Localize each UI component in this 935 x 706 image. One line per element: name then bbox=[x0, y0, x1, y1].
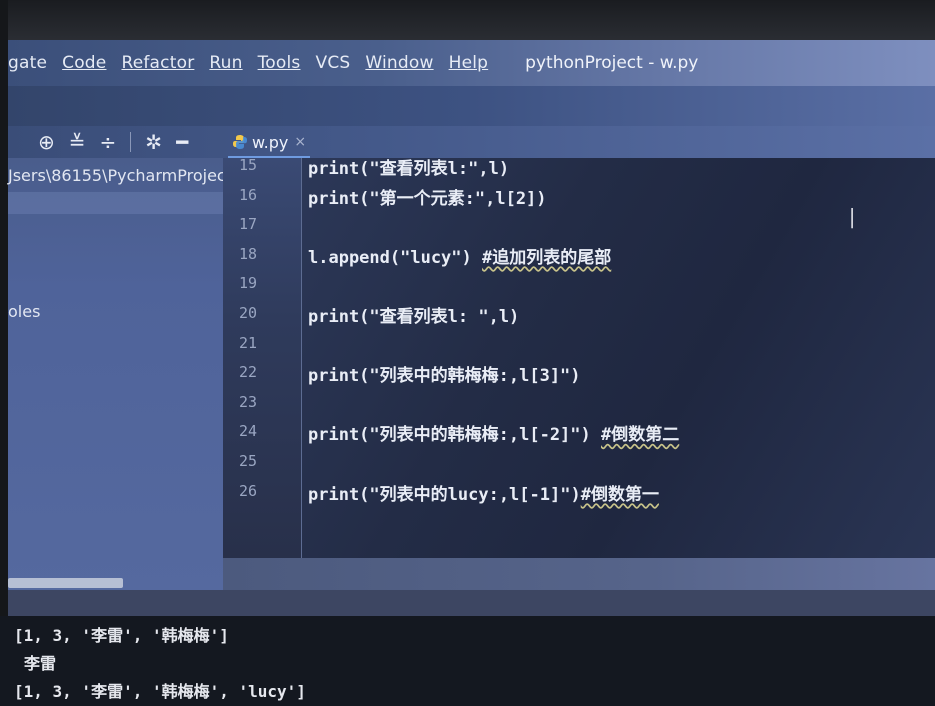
line-number: 24 bbox=[238, 422, 257, 441]
close-icon[interactable]: × bbox=[294, 134, 306, 150]
menu-help-label: Help bbox=[448, 53, 489, 73]
menu-tools[interactable]: Tools bbox=[258, 53, 301, 73]
menu-navigate[interactable]: gate bbox=[8, 53, 47, 73]
code-line[interactable]: print("列表中的lucy:,l[-1]")#倒数第一 bbox=[308, 480, 659, 505]
code-text: print("查看列表l:",l) bbox=[308, 159, 510, 179]
menu-window[interactable]: Window bbox=[365, 53, 433, 73]
line-number: 23 bbox=[238, 392, 257, 411]
code-text: print("第一个元素:",l[2]) bbox=[308, 188, 547, 209]
project-root-path[interactable]: Jsers\86155\PycharmProjec bbox=[8, 166, 226, 185]
menu-window-label: Window bbox=[365, 53, 434, 73]
screen-bezel-left bbox=[0, 0, 8, 706]
window-title: pythonProject - w.py bbox=[525, 53, 699, 73]
text-cursor-icon: I bbox=[848, 202, 857, 235]
line-number: 26 bbox=[238, 481, 257, 500]
code-text: print("列表中的韩梅梅:,l[-2]") bbox=[308, 425, 601, 446]
code-text: l.append("lucy") bbox=[308, 247, 482, 268]
code-comment: #倒数第二 bbox=[601, 425, 680, 446]
code-line[interactable]: print("查看列表l: ",l) bbox=[308, 302, 519, 327]
line-number: 21 bbox=[238, 333, 257, 352]
code-comment: #追加列表的尾部 bbox=[482, 247, 612, 268]
menu-refactor[interactable]: Refactor bbox=[121, 53, 194, 73]
line-number: 22 bbox=[238, 363, 257, 382]
gear-icon[interactable]: ✲ bbox=[145, 130, 162, 154]
project-scrollbar[interactable] bbox=[8, 578, 123, 588]
code-text: print("列表中的韩梅梅:,l[3]") bbox=[308, 366, 581, 387]
code-comment: #倒数第一 bbox=[580, 484, 659, 505]
project-selected-row[interactable] bbox=[8, 192, 223, 214]
expand-icon[interactable]: ÷ bbox=[100, 130, 117, 154]
tab-label: w.py bbox=[252, 132, 289, 152]
menu-tools-label: Tools bbox=[257, 53, 301, 73]
collapse-icon[interactable]: ≚ bbox=[69, 130, 86, 154]
editor-horizontal-scrollbar[interactable] bbox=[223, 558, 935, 590]
target-icon[interactable]: ⊕ bbox=[38, 130, 55, 154]
menu-help[interactable]: Help bbox=[449, 53, 489, 73]
code-line[interactable]: print("第一个元素:",l[2]) bbox=[308, 184, 547, 209]
screen-bezel bbox=[0, 0, 935, 40]
minimize-icon[interactable]: ━ bbox=[176, 130, 188, 154]
code-line[interactable]: print("查看列表l:",l) bbox=[308, 154, 509, 179]
menu-code-label: Code bbox=[62, 53, 107, 73]
console-output-line: 李雷 bbox=[24, 654, 57, 673]
line-number: 25 bbox=[238, 452, 257, 470]
line-number: 19 bbox=[238, 274, 257, 293]
code-line[interactable]: l.append("lucy") #追加列表的尾部 bbox=[308, 243, 611, 268]
code-line[interactable]: print("列表中的韩梅梅:,l[3]") bbox=[308, 361, 581, 386]
line-number: 15 bbox=[238, 156, 257, 174]
code-line[interactable]: print("列表中的韩梅梅:,l[-2]") #倒数第二 bbox=[308, 420, 679, 445]
run-panel-header bbox=[8, 590, 935, 616]
run-console: [1, 3, '李雷', '韩梅梅'] 李雷 [1, 3, '李雷', '韩梅梅',… bbox=[0, 616, 935, 706]
code-text: print("查看列表l: ",l) bbox=[308, 307, 520, 327]
line-number: 20 bbox=[238, 304, 257, 322]
console-output-line: [1, 3, '李雷', '韩梅梅'] bbox=[14, 626, 229, 645]
line-number: 16 bbox=[238, 185, 257, 204]
title-band bbox=[8, 86, 935, 126]
menu-refactor-label: Refactor bbox=[121, 53, 195, 73]
line-number-gutter: 15 16 17 18 19 20 21 22 23 24 25 26 bbox=[223, 156, 302, 558]
code-editor[interactable]: I print("查看列表l:",l) print("第一个元素:",l[2]) l… bbox=[302, 158, 935, 558]
menu-vcs[interactable]: VCS bbox=[315, 53, 350, 73]
line-number: 18 bbox=[238, 244, 257, 263]
console-output-line: [1, 3, '李雷', '韩梅梅', 'lucy'] bbox=[14, 682, 306, 701]
python-file-icon bbox=[233, 135, 247, 149]
menu-bar: gate Code Refactor Run Tools VCS Window … bbox=[8, 40, 935, 86]
line-number: 17 bbox=[238, 215, 257, 234]
project-panel: Jsers\86155\PycharmProjec oles bbox=[8, 158, 226, 590]
code-text: print("列表中的lucy:,l[-1]") bbox=[308, 484, 581, 505]
menu-code[interactable]: Code bbox=[62, 53, 106, 73]
project-tree-node[interactable]: oles bbox=[8, 302, 40, 321]
tab-w-py[interactable]: w.py × bbox=[228, 128, 311, 159]
toolbar-separator bbox=[130, 132, 132, 152]
menu-run-label: Run bbox=[209, 53, 243, 73]
menu-run[interactable]: Run bbox=[209, 53, 242, 73]
